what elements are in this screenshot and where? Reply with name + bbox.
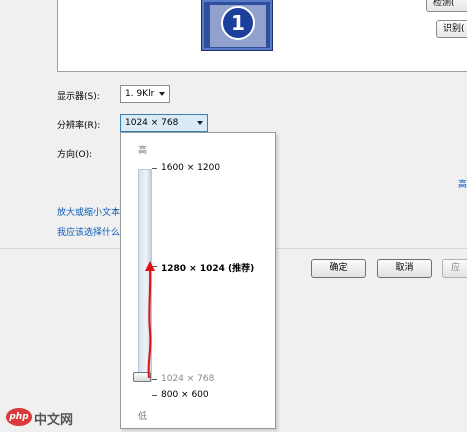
display-select[interactable]: 1. 9Klr: [120, 85, 170, 103]
resolution-select-value: 1024 × 768: [125, 118, 179, 128]
watermark-text: 中文网: [34, 413, 74, 428]
resolution-option-1280x1024[interactable]: 1280 × 1024 (推荐): [161, 261, 254, 274]
site-watermark: php 中文网: [6, 408, 90, 428]
php-logo: php: [6, 408, 32, 426]
chevron-down-icon: [197, 121, 203, 125]
chevron-down-icon: [159, 92, 165, 96]
monitor-thumbnail[interactable]: 1: [201, 0, 273, 51]
cancel-button[interactable]: 取消: [377, 259, 432, 278]
orientation-label: 方向(O):: [57, 150, 93, 160]
resolution-select[interactable]: 1024 × 768: [120, 114, 208, 132]
resolution-label: 分辨率(R):: [57, 121, 101, 131]
advanced-settings-link[interactable]: 高: [458, 177, 467, 190]
slider-tick: [152, 395, 157, 396]
slider-tick: [152, 168, 157, 169]
which-setting-link[interactable]: 我应该选择什么: [57, 225, 120, 238]
display-label: 显示器(S):: [57, 92, 100, 102]
monitor-number-badge: 1: [221, 6, 255, 40]
resolution-dropdown: 高 1600 × 1200 1280 × 1024 (推荐) 1024 × 76…: [120, 132, 276, 429]
resolution-option-800x600[interactable]: 800 × 600: [161, 390, 209, 400]
red-arrow-annotation: [145, 261, 155, 379]
detect-button[interactable]: 检测(: [426, 0, 467, 12]
enlarge-text-link[interactable]: 放大或缩小文本: [57, 205, 120, 218]
slider-low-label: 低: [138, 412, 148, 422]
resolution-option-1024x768[interactable]: 1024 × 768: [161, 374, 214, 384]
resolution-option-1600x1200[interactable]: 1600 × 1200: [161, 163, 220, 173]
monitor-preview-panel: 1: [57, 0, 467, 72]
ok-button[interactable]: 确定: [311, 259, 366, 278]
slider-high-label: 高: [138, 146, 148, 156]
display-select-value: 1. 9Klr: [125, 89, 155, 99]
apply-button[interactable]: 应: [442, 259, 467, 278]
identify-button[interactable]: 识别(: [436, 20, 467, 38]
